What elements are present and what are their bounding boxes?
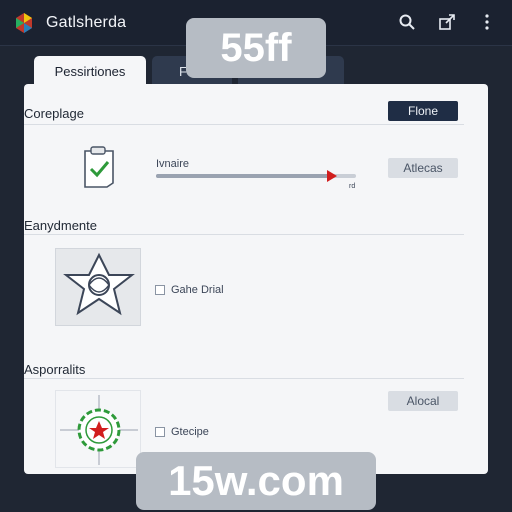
target-thumbnail[interactable] bbox=[55, 390, 141, 468]
section-title-eanydmente: Eanydmente bbox=[24, 218, 97, 233]
search-button[interactable] bbox=[396, 11, 418, 33]
app-logo-icon bbox=[16, 13, 32, 33]
checkbox-gahe-drial[interactable]: Gahe Drial bbox=[155, 284, 224, 296]
secondary-button-alocal[interactable]: Alocal bbox=[388, 391, 458, 411]
watermark-bottom: 15w.com bbox=[136, 452, 376, 510]
more-vert-icon bbox=[485, 14, 489, 30]
tab-pessirtiones[interactable]: Pessirtiones bbox=[34, 56, 146, 86]
checkbox-gtecipe[interactable]: Gtecipe bbox=[155, 426, 209, 438]
slider-fill bbox=[156, 174, 332, 178]
section-divider bbox=[24, 124, 464, 125]
progress-slider[interactable] bbox=[156, 170, 356, 182]
section-divider bbox=[24, 378, 464, 379]
checkbox-label: Gtecipe bbox=[171, 426, 209, 438]
section-divider bbox=[24, 234, 464, 235]
slider-label: Ivnaire bbox=[156, 158, 190, 170]
target-star-icon bbox=[60, 395, 138, 465]
checkbox-box[interactable] bbox=[155, 285, 165, 295]
slider-value: rd bbox=[349, 183, 356, 190]
primary-action-button[interactable]: Flone bbox=[388, 101, 458, 121]
share-icon bbox=[439, 14, 455, 30]
star-emblem-icon bbox=[63, 252, 135, 316]
checkbox-label: Gahe Drial bbox=[171, 284, 224, 296]
clipboard-check-icon bbox=[84, 146, 114, 188]
app-title: Gatlsherda bbox=[46, 14, 127, 31]
emblem-thumbnail[interactable] bbox=[55, 248, 141, 326]
secondary-button-atlecas[interactable]: Atlecas bbox=[388, 158, 458, 178]
section-title-asporralits: Asporralits bbox=[24, 362, 86, 377]
watermark-top: 55ff bbox=[186, 18, 326, 78]
search-icon bbox=[399, 14, 415, 30]
more-options-button[interactable] bbox=[476, 11, 498, 33]
section-title-coreplage: Coreplage bbox=[24, 106, 84, 121]
checkbox-box[interactable] bbox=[155, 427, 165, 437]
slider-thumb[interactable] bbox=[327, 170, 337, 182]
share-button[interactable] bbox=[436, 11, 458, 33]
